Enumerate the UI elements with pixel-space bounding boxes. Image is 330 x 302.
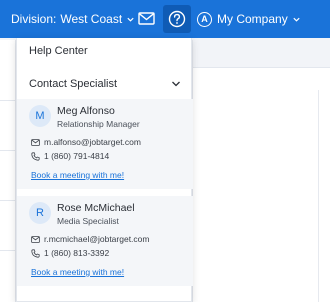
specialist-phone-row[interactable]: 1 (860) 791-4814 <box>31 151 109 161</box>
chevron-down-icon <box>293 17 300 22</box>
contact-specialist-label: Contact Specialist <box>29 78 118 90</box>
background-divider <box>0 150 16 151</box>
background-right-panel <box>192 40 330 302</box>
company-selector[interactable]: A My Company <box>197 0 301 38</box>
background-divider <box>0 250 16 251</box>
specialist-card: R Rose McMichael Media Specialist r.mcmi… <box>17 196 193 286</box>
specialist-email-row[interactable]: m.alfonso@jobtarget.com <box>31 137 141 147</box>
specialist-email: r.mcmichael@jobtarget.com <box>44 234 150 244</box>
background-divider <box>0 100 16 101</box>
specialist-phone-row[interactable]: 1 (860) 813-3392 <box>31 248 109 258</box>
company-avatar: A <box>197 11 212 27</box>
specialist-phone: 1 (860) 791-4814 <box>44 151 110 161</box>
specialist-avatar: R <box>29 202 51 224</box>
phone-icon <box>31 151 40 161</box>
specialist-role: Media Specialist <box>57 216 119 226</box>
help-button[interactable] <box>163 5 191 33</box>
specialist-card: M Meg Alfonso Relationship Manager m.alf… <box>17 99 193 189</box>
contact-specialist-toggle[interactable]: Contact Specialist <box>17 69 193 99</box>
background-panel-header <box>193 40 330 68</box>
question-circle-icon <box>168 10 186 28</box>
mail-icon <box>31 138 40 146</box>
specialist-phone: 1 (860) 813-3392 <box>44 248 110 258</box>
chevron-down-icon <box>127 17 134 22</box>
mail-icon <box>137 11 155 25</box>
specialist-email-row[interactable]: r.mcmichael@jobtarget.com <box>31 234 149 244</box>
specialist-name: Rose McMichael <box>57 202 135 214</box>
help-center-link[interactable]: Help Center <box>17 38 193 64</box>
specialist-avatar: M <box>29 105 51 127</box>
help-center-label: Help Center <box>29 45 88 57</box>
background-divider <box>0 200 16 201</box>
background-divider <box>318 90 319 302</box>
book-meeting-link[interactable]: Book a meeting with me! <box>31 170 124 180</box>
division-selector[interactable]: Division: West Coast <box>11 0 135 38</box>
background-left-panel <box>0 40 16 302</box>
top-navigation-bar: Division: West Coast A My Company <box>0 0 330 38</box>
specialist-role: Relationship Manager <box>57 119 140 129</box>
division-label: Division: <box>11 12 57 26</box>
division-value: West Coast <box>60 12 123 26</box>
book-meeting-link[interactable]: Book a meeting with me! <box>31 267 124 277</box>
help-dropdown-menu: Help Center Contact Specialist M Meg Alf… <box>16 38 193 302</box>
company-name: My Company <box>217 12 288 26</box>
specialist-name: Meg Alfonso <box>57 105 115 117</box>
messages-button[interactable] <box>135 7 157 29</box>
chevron-down-icon <box>172 81 180 87</box>
mail-icon <box>31 235 40 243</box>
specialist-email: m.alfonso@jobtarget.com <box>44 137 141 147</box>
phone-icon <box>31 248 40 258</box>
